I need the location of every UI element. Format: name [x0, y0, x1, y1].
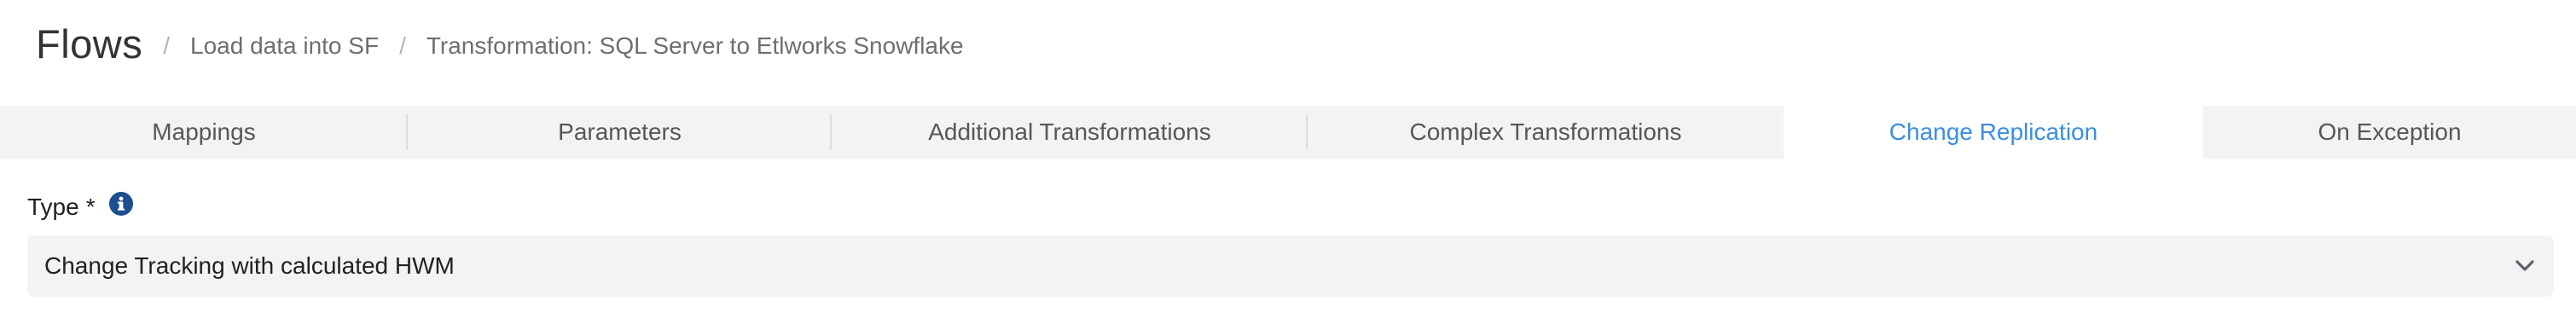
- tab-additional-transformations[interactable]: Additional Transformations: [832, 106, 1308, 159]
- tab-complex-transformations[interactable]: Complex Transformations: [1308, 106, 1784, 159]
- type-select-value: Change Tracking with calculated HWM: [44, 252, 455, 279]
- tab-bar: Mappings Parameters Additional Transform…: [0, 106, 2576, 159]
- tab-label: Change Replication: [1888, 119, 2098, 145]
- tab-label: Complex Transformations: [1409, 119, 1682, 145]
- tab-parameters[interactable]: Parameters: [408, 106, 832, 159]
- tab-label: On Exception: [2318, 119, 2462, 145]
- tab-label: Parameters: [558, 119, 682, 145]
- page-header: Flows / Load data into SF / Transformati…: [36, 12, 964, 75]
- info-circle-icon[interactable]: [108, 192, 133, 216]
- breadcrumb-item-transformation: Transformation: SQL Server to Etlworks S…: [426, 32, 964, 59]
- chevron-down-icon[interactable]: [2513, 254, 2537, 278]
- tab-on-exception[interactable]: On Exception: [2203, 106, 2576, 159]
- tab-label: Additional Transformations: [928, 119, 1211, 145]
- type-select[interactable]: Change Tracking with calculated HWM: [27, 235, 2554, 297]
- tab-label: Mappings: [152, 119, 256, 145]
- page-title: Flows: [36, 20, 143, 67]
- breadcrumb-item-flow[interactable]: Load data into SF: [190, 32, 379, 60]
- chevron-down-glyph: [2515, 260, 2534, 271]
- info-glyph: [117, 196, 125, 211]
- tab-mappings[interactable]: Mappings: [0, 106, 408, 159]
- type-field-label: Type *: [27, 194, 96, 221]
- breadcrumb-separator: /: [163, 32, 171, 59]
- type-field-label-row: Type *: [27, 189, 133, 225]
- required-marker: *: [85, 194, 96, 220]
- breadcrumb-separator: /: [399, 32, 406, 59]
- tab-change-replication[interactable]: Change Replication: [1784, 106, 2203, 159]
- type-label-text: Type: [27, 194, 79, 220]
